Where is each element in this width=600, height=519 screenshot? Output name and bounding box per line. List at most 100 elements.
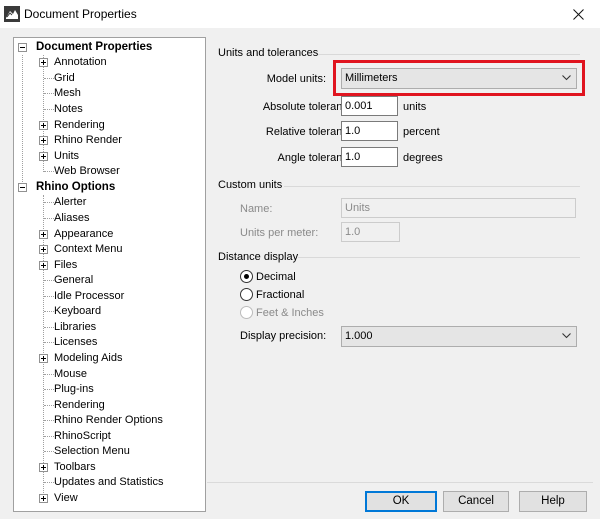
- tree-item-label: Toolbars: [54, 461, 96, 473]
- tree-item-label: RhinoScript: [54, 430, 111, 442]
- tree-item-label: Web Browser: [54, 165, 120, 177]
- decimal-label: Decimal: [256, 271, 296, 283]
- tree-item-mesh[interactable]: Mesh: [14, 86, 204, 101]
- tree-line: [44, 451, 54, 452]
- tree-item-label: Alerter: [54, 196, 87, 208]
- tree-item-label: Mouse: [54, 368, 88, 380]
- tree-line: [44, 374, 54, 375]
- tree-line: [44, 482, 54, 483]
- tree-item-rendering-options[interactable]: Rendering: [14, 398, 204, 413]
- tree-item-web-browser[interactable]: Web Browser: [14, 164, 204, 179]
- absolute-tolerance-unit: units: [403, 101, 427, 113]
- expand-icon[interactable]: [39, 261, 48, 270]
- tree-line: [44, 78, 54, 79]
- tree-item-label: Units: [54, 150, 80, 162]
- tree-item-aliases[interactable]: Aliases: [14, 211, 204, 226]
- tree-item-notes[interactable]: Notes: [14, 102, 204, 117]
- tree-item-label: Licenses: [54, 336, 98, 348]
- tree-item-label: View: [54, 492, 78, 504]
- tree-item-selection-menu[interactable]: Selection Menu: [14, 444, 204, 459]
- group-title-distance-display: Distance display: [218, 251, 299, 263]
- tree-line: [44, 296, 54, 297]
- tree-item-label: General: [54, 274, 94, 286]
- tree-root-document-properties[interactable]: Document Properties: [14, 40, 204, 55]
- cancel-button[interactable]: Cancel: [443, 491, 509, 512]
- tree-item-libraries[interactable]: Libraries: [14, 320, 204, 335]
- tree-line: [44, 171, 54, 172]
- units-per-meter-input[interactable]: 1.0: [341, 222, 400, 242]
- tree-item-view[interactable]: View: [14, 491, 204, 506]
- display-precision-value: 1.000: [345, 330, 373, 342]
- tree-item-rhino-render-options[interactable]: Rhino Render Options: [14, 413, 204, 428]
- tree-item-label: Aliases: [54, 212, 90, 224]
- fractional-label: Fractional: [256, 289, 305, 301]
- expand-icon[interactable]: [39, 494, 48, 503]
- group-divider: [284, 186, 580, 187]
- tree-item-label: Plug-ins: [54, 383, 94, 395]
- relative-tolerance-unit: percent: [403, 126, 440, 138]
- tree-item-rhino-render[interactable]: Rhino Render: [14, 133, 204, 148]
- relative-tolerance-input[interactable]: 1.0: [341, 121, 398, 141]
- fractional-radio[interactable]: [240, 288, 253, 301]
- tree-item-label: Notes: [54, 103, 83, 115]
- tree-item-label: Appearance: [54, 228, 114, 240]
- expand-icon[interactable]: [39, 136, 48, 145]
- options-tree[interactable]: Document Properties Annotation Grid Mesh…: [13, 37, 206, 512]
- expand-icon[interactable]: [39, 121, 48, 130]
- expand-icon[interactable]: [39, 463, 48, 472]
- tree-item-mouse[interactable]: Mouse: [14, 367, 204, 382]
- tree-line: [44, 405, 54, 406]
- expand-icon[interactable]: [39, 58, 48, 67]
- tree-item-keyboard[interactable]: Keyboard: [14, 304, 204, 319]
- tree-item-units[interactable]: Units: [14, 149, 204, 164]
- tree-item-files[interactable]: Files: [14, 258, 204, 273]
- decimal-radio[interactable]: [240, 270, 253, 283]
- tree-item-updates-statistics[interactable]: Updates and Statistics: [14, 475, 204, 490]
- collapse-icon[interactable]: [18, 43, 27, 52]
- custom-units-name-input[interactable]: Units: [341, 198, 576, 218]
- feet-inches-radio[interactable]: [240, 306, 253, 319]
- tree-item-idle-processor[interactable]: Idle Processor: [14, 289, 204, 304]
- highlight-annotation: [333, 60, 585, 96]
- window-title: Document Properties: [24, 7, 137, 21]
- tree-item-label: Rhino Render Options: [54, 414, 163, 426]
- tree-item-label: Modeling Aids: [54, 352, 123, 364]
- tree-item-toolbars[interactable]: Toolbars: [14, 460, 204, 475]
- absolute-tolerance-input[interactable]: 0.001: [341, 96, 398, 116]
- tree-item-modeling-aids[interactable]: Modeling Aids: [14, 351, 204, 366]
- bottom-separator: [207, 482, 593, 483]
- tree-item-general[interactable]: General: [14, 273, 204, 288]
- tree-item-label: Grid: [54, 72, 75, 84]
- tree-line: [44, 311, 54, 312]
- tree-item-context-menu[interactable]: Context Menu: [14, 242, 204, 257]
- relative-tolerance-label: Relative tolerance:: [265, 126, 357, 138]
- expand-icon[interactable]: [39, 354, 48, 363]
- tree-item-rendering[interactable]: Rendering: [14, 118, 204, 133]
- tree-item-alerter[interactable]: Alerter: [14, 195, 204, 210]
- feet-inches-label: Feet & Inches: [256, 307, 324, 319]
- tree-item-annotation[interactable]: Annotation: [14, 55, 204, 70]
- collapse-icon[interactable]: [18, 183, 27, 192]
- help-button[interactable]: Help: [519, 491, 587, 512]
- display-precision-select[interactable]: 1.000: [341, 326, 577, 347]
- tree-item-plug-ins[interactable]: Plug-ins: [14, 382, 204, 397]
- tree-item-licenses[interactable]: Licenses: [14, 335, 204, 350]
- group-divider: [318, 54, 580, 55]
- tree-item-appearance[interactable]: Appearance: [14, 227, 204, 242]
- tree-root-rhino-options[interactable]: Rhino Options: [14, 180, 204, 195]
- expand-icon[interactable]: [39, 245, 48, 254]
- angle-tolerance-input[interactable]: 1.0: [341, 147, 398, 167]
- tree-item-rhinoscript[interactable]: RhinoScript: [14, 429, 204, 444]
- tree-item-label: Keyboard: [54, 305, 102, 317]
- tree-item-label: Libraries: [54, 321, 97, 333]
- close-button[interactable]: [556, 0, 600, 28]
- expand-icon[interactable]: [39, 230, 48, 239]
- angle-tolerance-label: Angle tolerance:: [277, 152, 358, 164]
- group-title-units-tolerances: Units and tolerances: [218, 47, 319, 59]
- ok-button[interactable]: OK: [365, 491, 437, 512]
- tree-line: [44, 280, 54, 281]
- tree-item-grid[interactable]: Grid: [14, 71, 204, 86]
- group-title-custom-units: Custom units: [218, 179, 283, 191]
- expand-icon[interactable]: [39, 152, 48, 161]
- absolute-tolerance-label: Absolute tolerance:: [262, 101, 357, 113]
